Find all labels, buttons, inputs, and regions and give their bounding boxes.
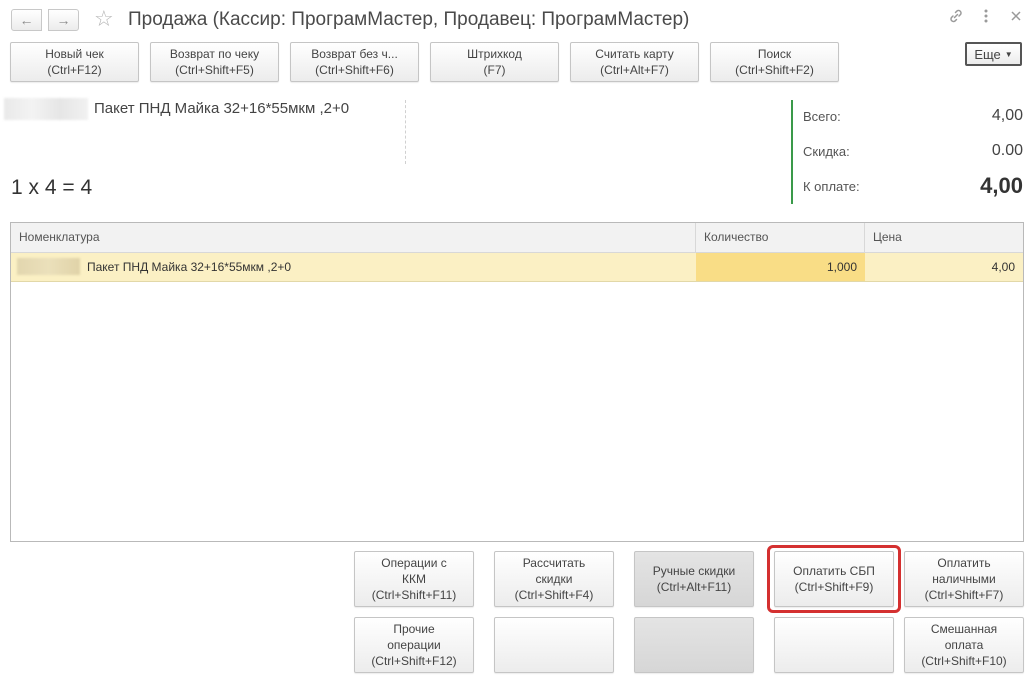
column-header-price[interactable]: Цена [865,223,1023,252]
item-code-redacted [4,98,88,120]
button-shortcut: (Ctrl+Shift+F10) [921,654,1007,668]
current-item-name: Пакет ПНД Майка 32+16*55мкм ,2+0 [94,100,350,117]
empty-button[interactable] [634,617,754,673]
more-button[interactable]: Еще ▼ [965,42,1022,66]
button-shortcut: (Ctrl+Shift+F12) [371,654,457,668]
button-label: Поиск [757,47,792,61]
total-label: Всего: [803,109,841,124]
button-shortcut: (Ctrl+Shift+F4) [514,588,594,602]
forward-button[interactable]: → [48,9,79,31]
pay-sbp-highlight [767,545,901,613]
button-shortcut: (Ctrl+F12) [47,63,102,77]
divider [405,100,406,164]
vertical-dots-icon[interactable] [983,8,989,31]
button-label: Оплатить [937,556,991,570]
button-shortcut: (Ctrl+Shift+F6) [315,63,394,77]
button-label: Рассчитать [522,556,586,570]
discount-value: 0.00 [991,142,1023,159]
button-label: Возврат по чеку [169,47,260,61]
back-button[interactable]: ← [11,9,42,31]
to-pay-value: 4,00 [980,173,1023,198]
button-label: ККМ [402,572,426,586]
table-header: Номенклатура Количество Цена [11,223,1023,253]
read-card-button[interactable]: Считать карту (Ctrl+Alt+F7) [570,42,699,82]
return-without-receipt-button[interactable]: Возврат без ч... (Ctrl+Shift+F6) [290,42,419,82]
to-pay-label: К оплате: [803,179,860,194]
button-label: оплата [944,638,984,652]
arrow-right-icon: → [56,12,71,28]
cell-quantity[interactable]: 1,000 [696,253,865,281]
pay-cash-button[interactable]: Оплатить наличными (Ctrl+Shift+F7) [904,551,1024,607]
button-shortcut: (Ctrl+Shift+F5) [175,63,254,77]
window-title: Продажа (Кассир: ПрограмМастер, Продавец… [128,9,690,30]
link-icon[interactable] [948,8,964,31]
discount-label: Скидка: [803,144,850,159]
dropdown-arrow-icon: ▼ [1004,49,1013,59]
item-code-redacted [17,258,80,275]
button-label: Считать карту [595,47,674,61]
star-icon[interactable]: ☆ [94,6,114,32]
mixed-payment-button[interactable]: Смешанная оплата (Ctrl+Shift+F10) [904,617,1024,673]
empty-button[interactable] [494,617,614,673]
button-shortcut: (Ctrl+Alt+F11) [656,580,732,594]
cell-nomenclature: Пакет ПНД Майка 32+16*55мкм ,2+0 [87,260,292,274]
button-label: скидки [535,572,573,586]
return-by-receipt-button[interactable]: Возврат по чеку (Ctrl+Shift+F5) [150,42,279,82]
button-shortcut: (Ctrl+Shift+F2) [735,63,814,77]
summary-accent-line [791,100,793,204]
other-operations-button[interactable]: Прочие операции (Ctrl+Shift+F12) [354,617,474,673]
more-label: Еще [974,46,1001,62]
column-header-quantity[interactable]: Количество [696,223,865,252]
quantity-formula: 1 x 4 = 4 [11,176,93,199]
button-label: Новый чек [45,47,104,61]
button-label: операции [387,638,441,652]
calculate-discounts-button[interactable]: Рассчитать скидки (Ctrl+Shift+F4) [494,551,614,607]
arrow-left-icon: ← [19,12,34,28]
button-label: Прочие [393,622,435,636]
table-row[interactable]: Пакет ПНД Майка 32+16*55мкм ,2+0 1,000 4… [11,253,1023,282]
button-label: Ручные скидки [652,564,736,578]
button-shortcut: (Ctrl+Shift+F7) [924,588,1004,602]
empty-button[interactable] [774,617,894,673]
close-icon[interactable] [1009,8,1023,31]
kkm-operations-button[interactable]: Операции с ККМ (Ctrl+Shift+F11) [354,551,474,607]
button-label: Смешанная [930,622,998,636]
search-button[interactable]: Поиск (Ctrl+Shift+F2) [710,42,839,82]
button-shortcut: (Ctrl+Shift+F11) [371,588,457,602]
button-label: наличными [932,572,996,586]
cell-price: 4,00 [991,260,1015,274]
button-shortcut: (Ctrl+Alt+F7) [600,63,669,77]
items-table[interactable]: Номенклатура Количество Цена Пакет ПНД М… [10,222,1024,542]
total-value: 4,00 [991,107,1023,124]
button-label: Штрихкод [467,47,522,61]
button-label: Возврат без ч... [311,47,398,61]
button-shortcut: (F7) [483,63,506,77]
button-label: Операции с [381,556,447,570]
manual-discounts-button[interactable]: Ручные скидки (Ctrl+Alt+F11) [634,551,754,607]
barcode-button[interactable]: Штрихкод (F7) [430,42,559,82]
column-header-nomenclature[interactable]: Номенклатура [11,223,696,252]
new-receipt-button[interactable]: Новый чек (Ctrl+F12) [10,42,139,82]
